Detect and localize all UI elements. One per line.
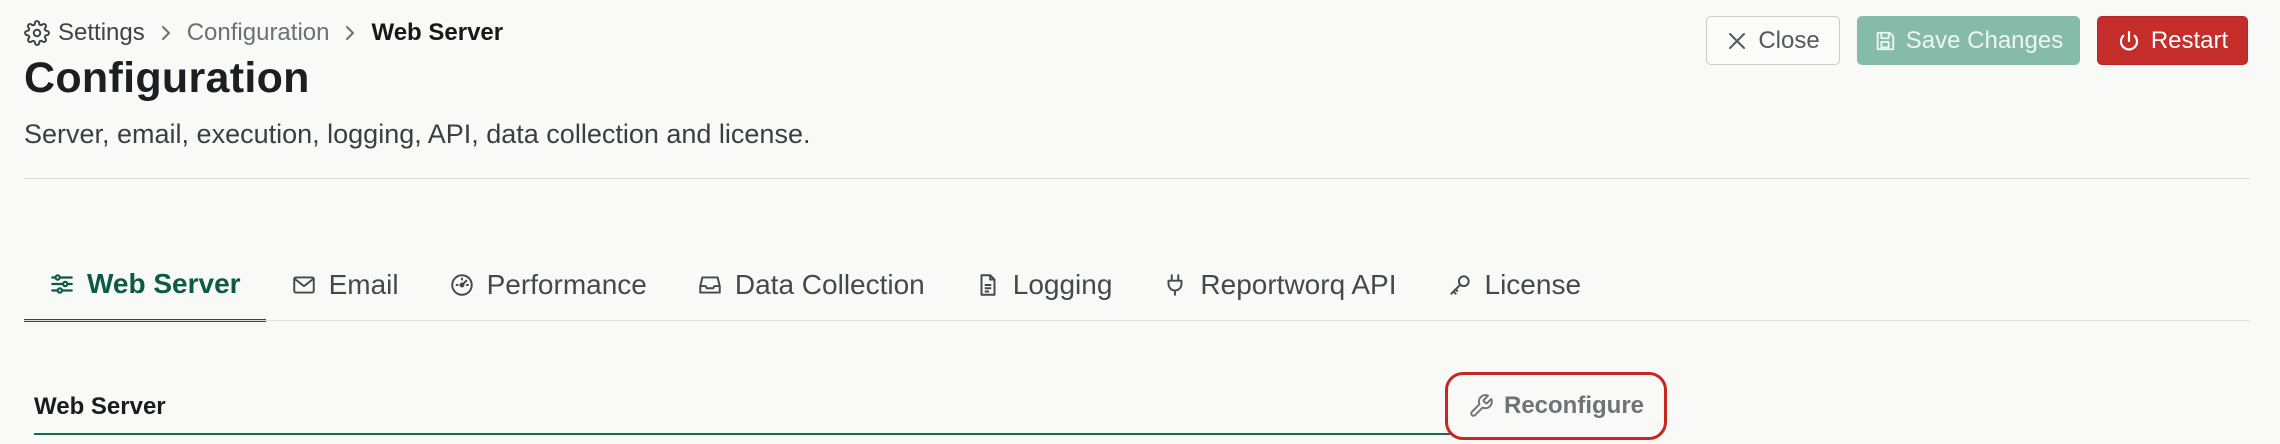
gear-icon [24,20,50,46]
breadcrumb-label: Settings [58,19,145,46]
breadcrumb-configuration[interactable]: Configuration [187,19,330,47]
tab-reportworq-api[interactable]: Reportworq API [1137,248,1421,322]
tab-label: Logging [1012,269,1113,300]
breadcrumb-web-server: Web Server [371,19,503,47]
breadcrumb-settings[interactable]: Settings [24,19,145,47]
close-icon [1726,30,1748,52]
tab-email[interactable]: Email [266,248,424,322]
save-icon [1874,30,1896,52]
envelope-icon [291,272,317,298]
tab-web-server[interactable]: Web Server [24,248,266,322]
tab-bar: Web Server Email Performance Data Collec… [24,248,1606,322]
tab-label: Performance [486,269,647,300]
reconfigure-button[interactable]: Reconfigure [1445,372,1667,440]
power-icon [2117,29,2141,53]
breadcrumb-label: Web Server [371,19,504,46]
tab-label: Web Server [87,267,241,299]
save-changes-label: Save Changes [1905,26,2064,54]
restart-button[interactable]: Restart [2097,16,2248,65]
tab-performance[interactable]: Performance [424,248,672,322]
restart-label: Restart [2150,26,2229,54]
tab-label: Data Collection [734,269,925,300]
inbox-icon [697,272,723,298]
configuration-page: Settings Configuration Web Server Config… [0,0,2280,444]
tab-label: Email [328,269,399,300]
section-title: Web Server [34,393,166,420]
document-icon [975,272,1001,298]
key-icon [1447,272,1473,298]
wrench-icon [1468,393,1494,419]
close-label: Close [1758,26,1820,54]
plug-icon [1162,272,1188,298]
save-changes-button[interactable]: Save Changes [1857,16,2080,65]
sliders-icon [49,271,75,297]
reconfigure-label: Reconfigure [1503,392,1644,419]
tab-license[interactable]: License [1422,248,1607,322]
chevron-right-icon [159,23,173,43]
divider [24,178,2250,179]
section-underline [34,433,1458,435]
page-subtitle: Server, email, execution, logging, API, … [24,119,811,149]
tab-label: License [1484,269,1582,300]
tab-logging[interactable]: Logging [950,248,1138,322]
close-button[interactable]: Close [1706,16,1840,65]
chevron-right-icon [343,23,357,43]
tab-data-collection[interactable]: Data Collection [672,248,950,322]
page-title: Configuration [24,54,310,102]
breadcrumb: Settings Configuration Web Server [24,16,503,50]
breadcrumb-label: Configuration [186,19,330,46]
tabs-divider [24,320,2250,321]
speedometer-icon [449,272,475,298]
tab-label: Reportworq API [1200,269,1397,300]
